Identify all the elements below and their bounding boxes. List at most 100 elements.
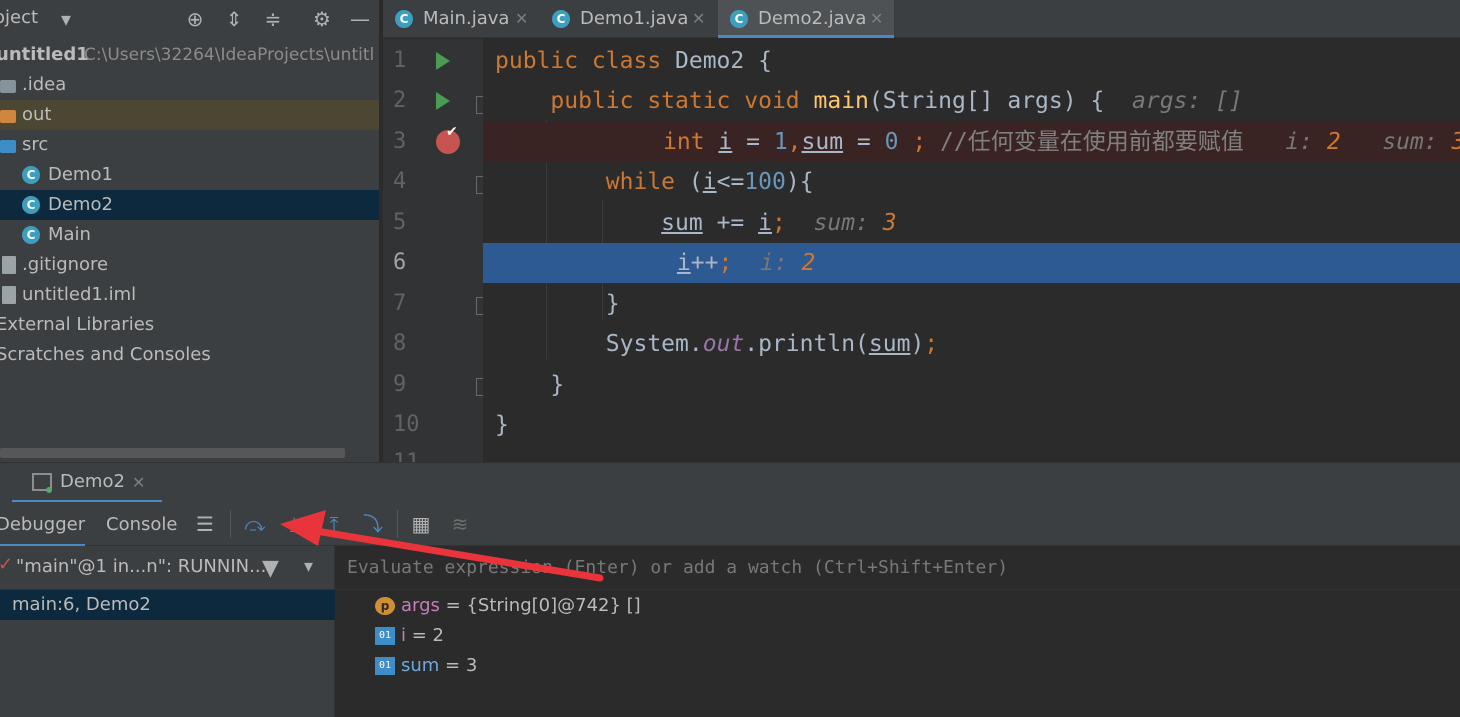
chevron-down-icon[interactable]: ▾ bbox=[304, 556, 313, 577]
tab-demo2-debug[interactable]: Demo2 ✕ bbox=[12, 463, 162, 503]
close-icon[interactable]: ✕ bbox=[515, 0, 528, 38]
tree-item-iml[interactable]: untitled1.iml bbox=[0, 280, 379, 310]
collapse-all-icon[interactable]: ≑ bbox=[261, 7, 285, 31]
close-icon[interactable]: ✕ bbox=[692, 0, 705, 38]
line-number: 1 bbox=[393, 48, 407, 73]
calculator-icon[interactable]: ▦ bbox=[409, 512, 433, 536]
debug-tool-window-tabs: Demo2 ✕ bbox=[0, 462, 1460, 503]
close-icon[interactable]: ✕ bbox=[132, 473, 145, 492]
running-indicator-icon bbox=[46, 487, 52, 493]
folder-icon bbox=[0, 110, 16, 123]
folder-icon bbox=[0, 80, 16, 93]
step-over-icon[interactable]: ⤼ bbox=[243, 512, 267, 536]
code-line-3: int i = 1,sum = 0 ; //任何变量在使用前都要赋值 i: 2 … bbox=[483, 122, 1460, 162]
tree-item-out[interactable]: out bbox=[0, 100, 379, 130]
locate-icon[interactable]: ⊕ bbox=[183, 7, 207, 31]
variables-panel: p args = {String[0]@742} [] 01 i = 2 01 … bbox=[335, 546, 1460, 717]
line-number: 4 bbox=[393, 169, 407, 194]
tab-label: Demo2.java bbox=[758, 8, 867, 29]
primitive-icon: 01 bbox=[375, 657, 395, 675]
line-number: 2 bbox=[393, 88, 407, 113]
tab-console[interactable]: Console bbox=[106, 514, 177, 535]
thread-label: "main"@1 in...n": RUNNIN... bbox=[16, 556, 267, 577]
tab-label: Demo1.java bbox=[580, 8, 689, 29]
variable-name: sum = 3 bbox=[401, 655, 478, 676]
tree-root-untitled1[interactable]: untitled1 C:\Users\32264\IdeaProjects\un… bbox=[0, 40, 379, 70]
tree-item-label: Main bbox=[48, 224, 91, 245]
tree-item-scratches[interactable]: Scratches and Consoles bbox=[0, 340, 379, 370]
expand-all-icon[interactable]: ⇕ bbox=[222, 7, 246, 31]
filter-icon[interactable]: ▼ bbox=[262, 556, 279, 581]
tab-demo2-java[interactable]: C Demo2.java ✕ bbox=[718, 0, 894, 38]
debugger-toolbar: Debugger Console ☰ ⤼ ⤓ ⤒ ⤵ ▦ ≋ bbox=[0, 502, 1460, 547]
tree-item-main[interactable]: C Main bbox=[0, 220, 379, 250]
code-line-6-execution-point: i++; i: 2 bbox=[483, 243, 1460, 283]
run-icon[interactable] bbox=[436, 92, 450, 110]
run-to-cursor-icon[interactable]: ⤵ bbox=[361, 512, 385, 536]
gear-icon[interactable]: ⚙ bbox=[310, 7, 334, 31]
editor-tabs: C Main.java ✕ C Demo1.java ✕ C Demo2.jav… bbox=[383, 0, 1460, 38]
stack-frame-item[interactable]: main:6, Demo2 bbox=[0, 590, 335, 620]
checkmark-icon: ✓ bbox=[0, 554, 14, 575]
tree-item-external-libraries[interactable]: External Libraries bbox=[0, 310, 379, 340]
evaluate-expression-bar bbox=[335, 546, 1460, 590]
tree-item-label: out bbox=[22, 104, 52, 125]
thread-selector[interactable]: ✓ "main"@1 in...n": RUNNIN... ▼ ▾ bbox=[0, 546, 335, 590]
frames-panel: ✓ "main"@1 in...n": RUNNIN... ▼ ▾ main:6… bbox=[0, 546, 335, 717]
file-icon bbox=[2, 256, 16, 274]
variable-name: args = {String[0]@742} [] bbox=[401, 595, 641, 616]
line-number: 8 bbox=[393, 331, 407, 356]
tree-item-src[interactable]: src bbox=[0, 130, 379, 160]
tab-label: Main.java bbox=[423, 8, 510, 29]
hide-icon[interactable]: — bbox=[348, 7, 372, 31]
hamburger-icon[interactable]: ☰ bbox=[193, 512, 217, 536]
class-icon: C bbox=[22, 226, 40, 244]
code-line-9: } bbox=[550, 372, 565, 398]
tree-item-demo2[interactable]: C Demo2 bbox=[0, 190, 379, 220]
tree-item-idea[interactable]: .idea bbox=[0, 70, 379, 100]
tree-root-label: untitled1 bbox=[0, 44, 89, 65]
code-editor[interactable]: public class Demo2 { public static void … bbox=[483, 39, 1460, 462]
tree-item-label: Demo2 bbox=[48, 194, 113, 215]
step-out-icon[interactable]: ⤒ bbox=[322, 512, 346, 536]
project-panel: oject ▾ ⊕ ⇕ ≑ ⚙ — untitled1 C:\Users\322… bbox=[0, 0, 380, 462]
project-view-selector[interactable]: oject bbox=[0, 7, 38, 28]
code-line-1: public class Demo2 { bbox=[495, 48, 772, 74]
code-line-10: } bbox=[495, 412, 509, 438]
toolbar-separator bbox=[397, 510, 398, 538]
toolbar-separator bbox=[230, 510, 231, 538]
line-number: 10 bbox=[393, 412, 420, 437]
variable-name: i = 2 bbox=[401, 625, 444, 646]
class-icon: C bbox=[22, 166, 40, 184]
step-into-icon[interactable]: ⤓ bbox=[282, 512, 306, 536]
tree-item-label: Scratches and Consoles bbox=[0, 344, 211, 365]
inline-debug-hint: args: [] bbox=[1132, 88, 1243, 114]
class-icon: C bbox=[395, 10, 413, 28]
code-line-5: sum += i; sum: 3 bbox=[661, 210, 897, 236]
run-icon[interactable] bbox=[436, 52, 450, 70]
line-number: 9 bbox=[393, 372, 407, 397]
primitive-icon: 01 bbox=[375, 627, 395, 645]
chevron-down-icon[interactable]: ▾ bbox=[54, 7, 78, 31]
file-icon bbox=[2, 286, 16, 304]
tree-item-gitignore[interactable]: .gitignore bbox=[0, 250, 379, 280]
line-number: 6 bbox=[393, 250, 407, 275]
tree-item-demo1[interactable]: C Demo1 bbox=[0, 160, 379, 190]
evaluate-expression-input[interactable] bbox=[335, 546, 1460, 589]
code-line-2: public static void main(String[] args) {… bbox=[550, 88, 1243, 114]
tree-item-label: Demo1 bbox=[48, 164, 113, 185]
close-icon[interactable]: ✕ bbox=[870, 0, 883, 38]
tree-item-label: untitled1.iml bbox=[22, 284, 137, 305]
trace-icon[interactable]: ≋ bbox=[448, 512, 472, 536]
checkmark-icon: ✔ bbox=[446, 124, 458, 140]
line-number: 5 bbox=[393, 210, 407, 235]
class-icon: C bbox=[22, 196, 40, 214]
horizontal-scrollbar[interactable] bbox=[0, 448, 345, 458]
code-line-7: } bbox=[605, 291, 620, 317]
tab-demo1-java[interactable]: C Demo1.java ✕ bbox=[540, 0, 716, 38]
code-line-8: System.out.println(sum); bbox=[605, 331, 939, 357]
tree-root-path: C:\Users\32264\IdeaProjects\untitl bbox=[84, 45, 375, 65]
tab-debugger[interactable]: Debugger bbox=[0, 514, 86, 547]
debug-tab-label: Demo2 bbox=[60, 471, 125, 492]
tab-main-java[interactable]: C Main.java ✕ bbox=[383, 0, 538, 38]
